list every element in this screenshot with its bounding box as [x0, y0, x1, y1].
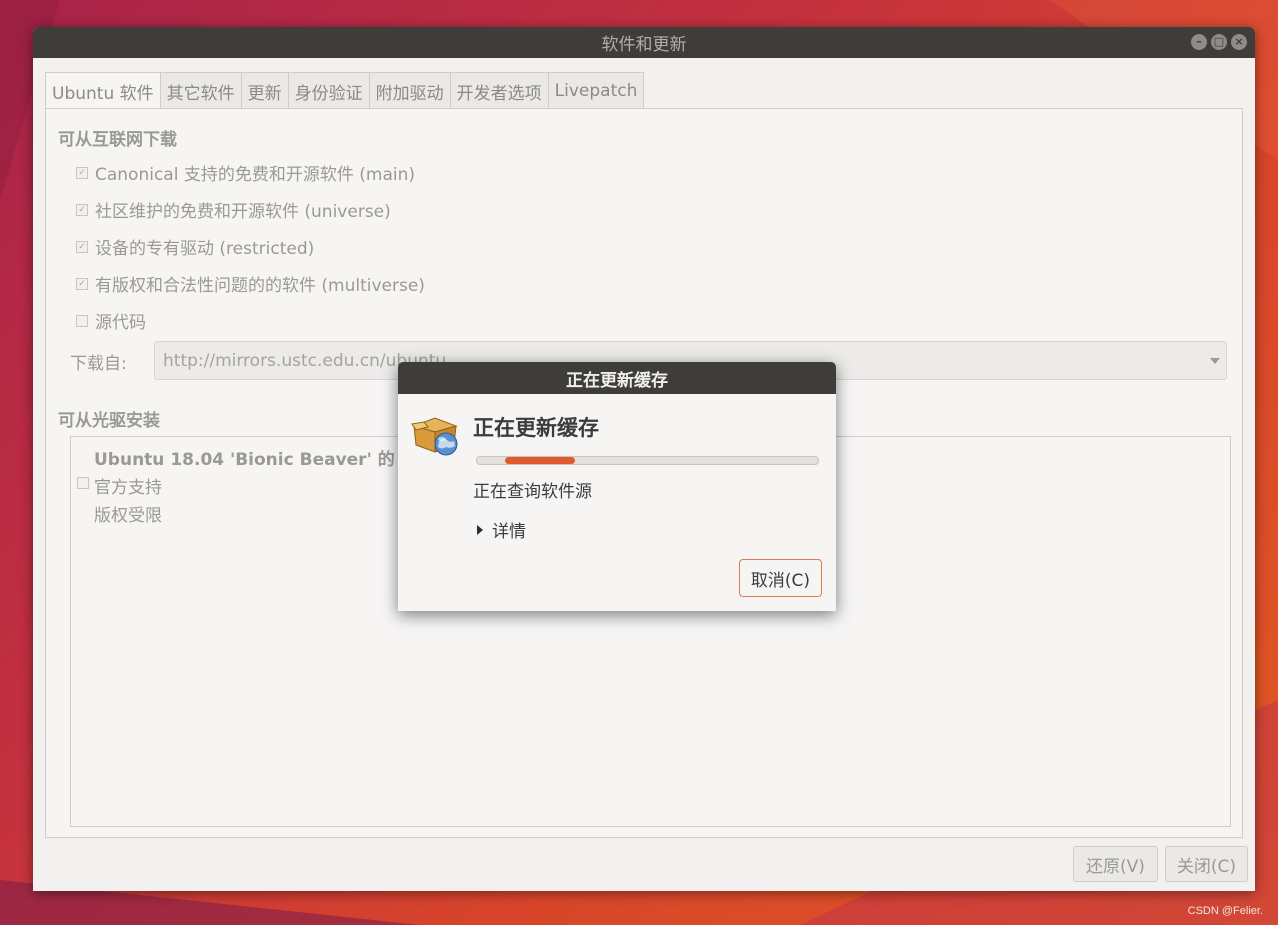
updating-cache-dialog: 正在更新缓存 正在更新缓存 正在查询软件源 详情 取消(C) — [398, 362, 836, 611]
progress-bar — [476, 456, 819, 465]
download-from-label: 下载自: — [70, 354, 127, 374]
dialog-titlebar[interactable]: 正在更新缓存 — [398, 362, 836, 394]
revert-button[interactable]: 还原(V) — [1073, 846, 1158, 882]
watermark: CSDN @Felier. — [1187, 905, 1263, 917]
cdrom-section-title: 可从光驱安装 — [58, 411, 160, 431]
tab-updates[interactable]: 更新 — [240, 72, 288, 109]
internet-section-title: 可从互联网下载 — [58, 130, 177, 150]
progress-indicator — [505, 457, 575, 464]
checkbox-universe[interactable]: ✓ 社区维护的免费和开源软件 (universe) — [76, 197, 391, 222]
checkbox-checked-icon[interactable]: ✓ — [76, 166, 88, 179]
checkbox-checked-icon[interactable]: ✓ — [76, 240, 88, 253]
window-title: 软件和更新 — [601, 35, 687, 55]
tab-additional-drivers[interactable]: 附加驱动 — [368, 72, 450, 109]
tab-other-software[interactable]: 其它软件 — [159, 72, 241, 109]
tab-ubuntu-software[interactable]: Ubuntu 软件 — [45, 72, 160, 110]
tab-developer-options[interactable]: 开发者选项 — [449, 72, 548, 109]
cdrom-line-official: 官方支持 — [94, 478, 162, 498]
checkbox-label: 设备的专有驱动 (restricted) — [95, 239, 315, 259]
checkbox-checked-icon[interactable]: ✓ — [76, 203, 88, 216]
cdrom-disc-title: Ubuntu 18.04 'Bionic Beaver' 的 CD — [94, 450, 428, 470]
tab-authentication[interactable]: 身份验证 — [287, 72, 369, 109]
window-titlebar[interactable]: 软件和更新 – □ × — [33, 27, 1255, 58]
checkbox-restricted[interactable]: ✓ 设备的专有驱动 (restricted) — [76, 234, 314, 259]
dialog-heading: 正在更新缓存 — [473, 416, 599, 440]
checkbox-multiverse[interactable]: ✓ 有版权和合法性问题的的软件 (multiverse) — [76, 271, 425, 296]
checkbox-checked-icon[interactable]: ✓ — [76, 277, 88, 290]
cdrom-line-restricted: 版权受限 — [94, 506, 162, 526]
tab-livepatch[interactable]: Livepatch — [547, 72, 645, 109]
checkbox-label: Canonical 支持的免费和开源软件 (main) — [95, 165, 415, 185]
dialog-status: 正在查询软件源 — [473, 482, 592, 502]
minimize-icon[interactable]: – — [1191, 34, 1207, 50]
close-icon[interactable]: × — [1231, 34, 1247, 50]
expander-arrow-icon[interactable] — [477, 524, 483, 535]
close-button[interactable]: 关闭(C) — [1165, 846, 1248, 882]
details-label: 详情 — [492, 522, 526, 542]
dialog-title: 正在更新缓存 — [566, 370, 668, 391]
checkbox-label: 社区维护的免费和开源软件 (universe) — [95, 202, 391, 222]
cdrom-checkbox[interactable] — [77, 477, 89, 489]
package-globe-icon — [411, 417, 458, 456]
checkbox-label: 源代码 — [95, 313, 146, 333]
checkbox-source-code[interactable]: 源代码 — [76, 308, 146, 333]
checkbox-unchecked-icon[interactable] — [76, 314, 88, 327]
dropdown-arrow-icon[interactable] — [1210, 358, 1220, 364]
details-expander[interactable]: 详情 — [477, 517, 526, 542]
cancel-button[interactable]: 取消(C) — [739, 559, 822, 597]
maximize-icon[interactable]: □ — [1211, 34, 1227, 50]
checkbox-label: 有版权和合法性问题的的软件 (multiverse) — [95, 276, 425, 296]
checkbox-main[interactable]: ✓ Canonical 支持的免费和开源软件 (main) — [76, 160, 415, 185]
tab-bar: Ubuntu 软件 其它软件 更新 身份验证 附加驱动 开发者选项 Livepa… — [45, 72, 645, 110]
